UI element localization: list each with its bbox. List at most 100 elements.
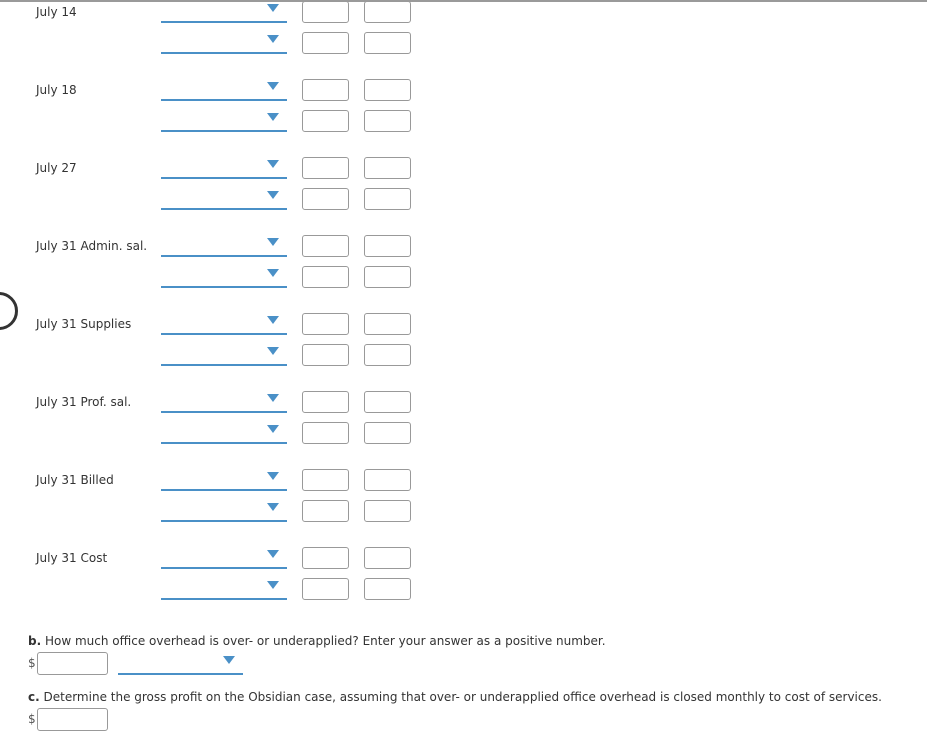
credit-input[interactable] (364, 32, 411, 54)
chevron-down-icon (267, 425, 279, 433)
journal-entry-group: July 31 Admin. sal. (0, 235, 927, 295)
chevron-down-icon (267, 581, 279, 589)
debit-input[interactable] (302, 188, 349, 210)
account-select[interactable] (161, 32, 287, 54)
account-select[interactable] (161, 266, 287, 288)
chevron-down-icon (267, 503, 279, 511)
entry-row (0, 313, 927, 336)
entry-row (0, 500, 927, 523)
account-select[interactable] (161, 1, 287, 23)
credit-input[interactable] (364, 266, 411, 288)
account-select[interactable] (161, 188, 287, 210)
chevron-down-icon (267, 4, 279, 12)
credit-input[interactable] (364, 547, 411, 569)
debit-input[interactable] (302, 266, 349, 288)
credit-input[interactable] (364, 344, 411, 366)
chevron-down-icon (267, 35, 279, 43)
entry-row (0, 547, 927, 570)
entry-row (0, 32, 927, 55)
question-b-over-under-select[interactable] (118, 653, 243, 675)
entry-row (0, 266, 927, 289)
question-b-amount-input[interactable] (37, 652, 108, 675)
chevron-down-icon (267, 394, 279, 402)
credit-input[interactable] (364, 188, 411, 210)
account-select[interactable] (161, 344, 287, 366)
question-c-currency: $ (28, 712, 36, 726)
credit-input[interactable] (364, 422, 411, 444)
credit-input[interactable] (364, 500, 411, 522)
journal-entry-group: July 18 (0, 79, 927, 139)
debit-input[interactable] (302, 235, 349, 257)
credit-input[interactable] (364, 391, 411, 413)
credit-input[interactable] (364, 578, 411, 600)
chevron-down-icon (267, 82, 279, 90)
entry-row (0, 469, 927, 492)
question-c-letter: c. (28, 690, 40, 704)
debit-input[interactable] (302, 391, 349, 413)
chevron-down-icon (267, 347, 279, 355)
debit-input[interactable] (302, 79, 349, 101)
question-c-amount-input[interactable] (37, 708, 108, 731)
entry-row (0, 79, 927, 102)
account-select[interactable] (161, 79, 287, 101)
question-c: c. Determine the gross profit on the Obs… (28, 690, 882, 704)
question-b-text: How much office overhead is over- or und… (44, 634, 606, 648)
debit-input[interactable] (302, 1, 349, 23)
account-select[interactable] (161, 422, 287, 444)
chevron-down-icon (267, 269, 279, 277)
journal-entry-group: July 31 Supplies (0, 313, 927, 373)
question-b: b. How much office overhead is over- or … (28, 634, 606, 648)
account-select[interactable] (161, 547, 287, 569)
entry-row (0, 344, 927, 367)
debit-input[interactable] (302, 469, 349, 491)
debit-input[interactable] (302, 344, 349, 366)
account-select[interactable] (161, 500, 287, 522)
debit-input[interactable] (302, 110, 349, 132)
entry-row (0, 1, 927, 24)
chevron-down-icon (267, 160, 279, 168)
account-select[interactable] (161, 313, 287, 335)
credit-input[interactable] (364, 110, 411, 132)
chevron-down-icon (267, 238, 279, 246)
entry-row (0, 391, 927, 414)
chevron-down-icon (267, 472, 279, 480)
journal-entry-group: July 31 Billed (0, 469, 927, 529)
entry-row (0, 110, 927, 133)
question-c-text: Determine the gross profit on the Obsidi… (43, 690, 882, 704)
debit-input[interactable] (302, 313, 349, 335)
account-select[interactable] (161, 578, 287, 600)
chevron-down-icon (223, 656, 235, 664)
journal-entry-group: July 27 (0, 157, 927, 217)
credit-input[interactable] (364, 79, 411, 101)
debit-input[interactable] (302, 547, 349, 569)
chevron-down-icon (267, 316, 279, 324)
debit-input[interactable] (302, 500, 349, 522)
entry-row (0, 422, 927, 445)
debit-input[interactable] (302, 578, 349, 600)
credit-input[interactable] (364, 469, 411, 491)
account-select[interactable] (161, 391, 287, 413)
account-select[interactable] (161, 110, 287, 132)
question-b-letter: b. (28, 634, 42, 648)
journal-entry-group: July 14 (0, 1, 927, 61)
credit-input[interactable] (364, 235, 411, 257)
debit-input[interactable] (302, 422, 349, 444)
debit-input[interactable] (302, 32, 349, 54)
question-b-currency: $ (28, 656, 36, 670)
chevron-down-icon (267, 191, 279, 199)
account-select[interactable] (161, 469, 287, 491)
account-select[interactable] (161, 235, 287, 257)
account-select[interactable] (161, 157, 287, 179)
entry-row (0, 188, 927, 211)
credit-input[interactable] (364, 157, 411, 179)
chevron-down-icon (267, 113, 279, 121)
entry-row (0, 235, 927, 258)
entry-row (0, 578, 927, 601)
credit-input[interactable] (364, 1, 411, 23)
journal-entry-group: July 31 Cost (0, 547, 927, 607)
journal-entry-group: July 31 Prof. sal. (0, 391, 927, 451)
debit-input[interactable] (302, 157, 349, 179)
entry-row (0, 157, 927, 180)
chevron-down-icon (267, 550, 279, 558)
credit-input[interactable] (364, 313, 411, 335)
